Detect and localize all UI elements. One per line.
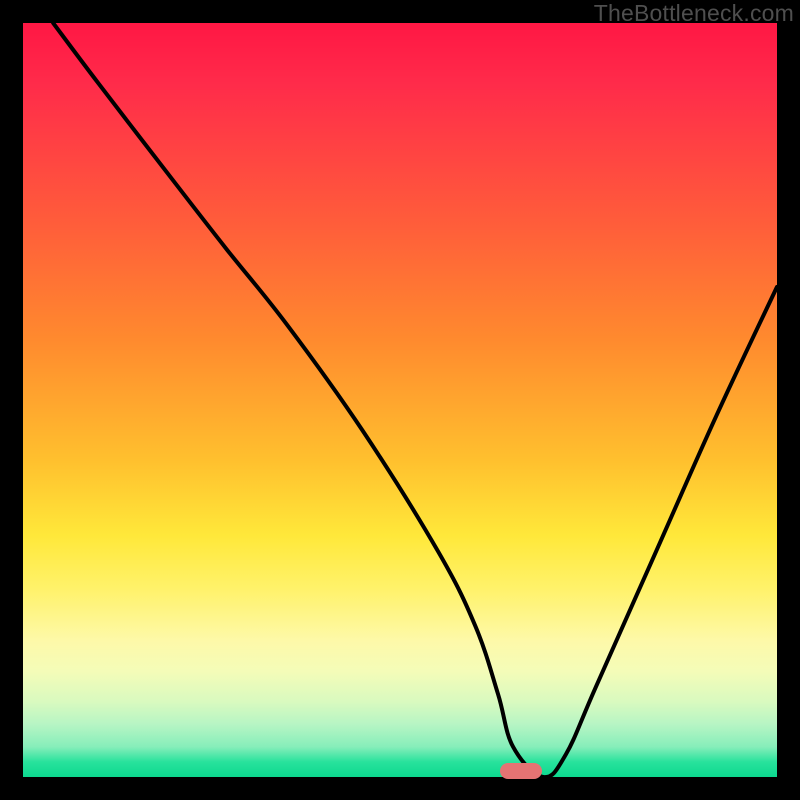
plot-area [23, 23, 777, 777]
optimal-marker [500, 763, 542, 779]
bottleneck-curve [23, 23, 777, 777]
chart-stage: TheBottleneck.com [0, 0, 800, 800]
